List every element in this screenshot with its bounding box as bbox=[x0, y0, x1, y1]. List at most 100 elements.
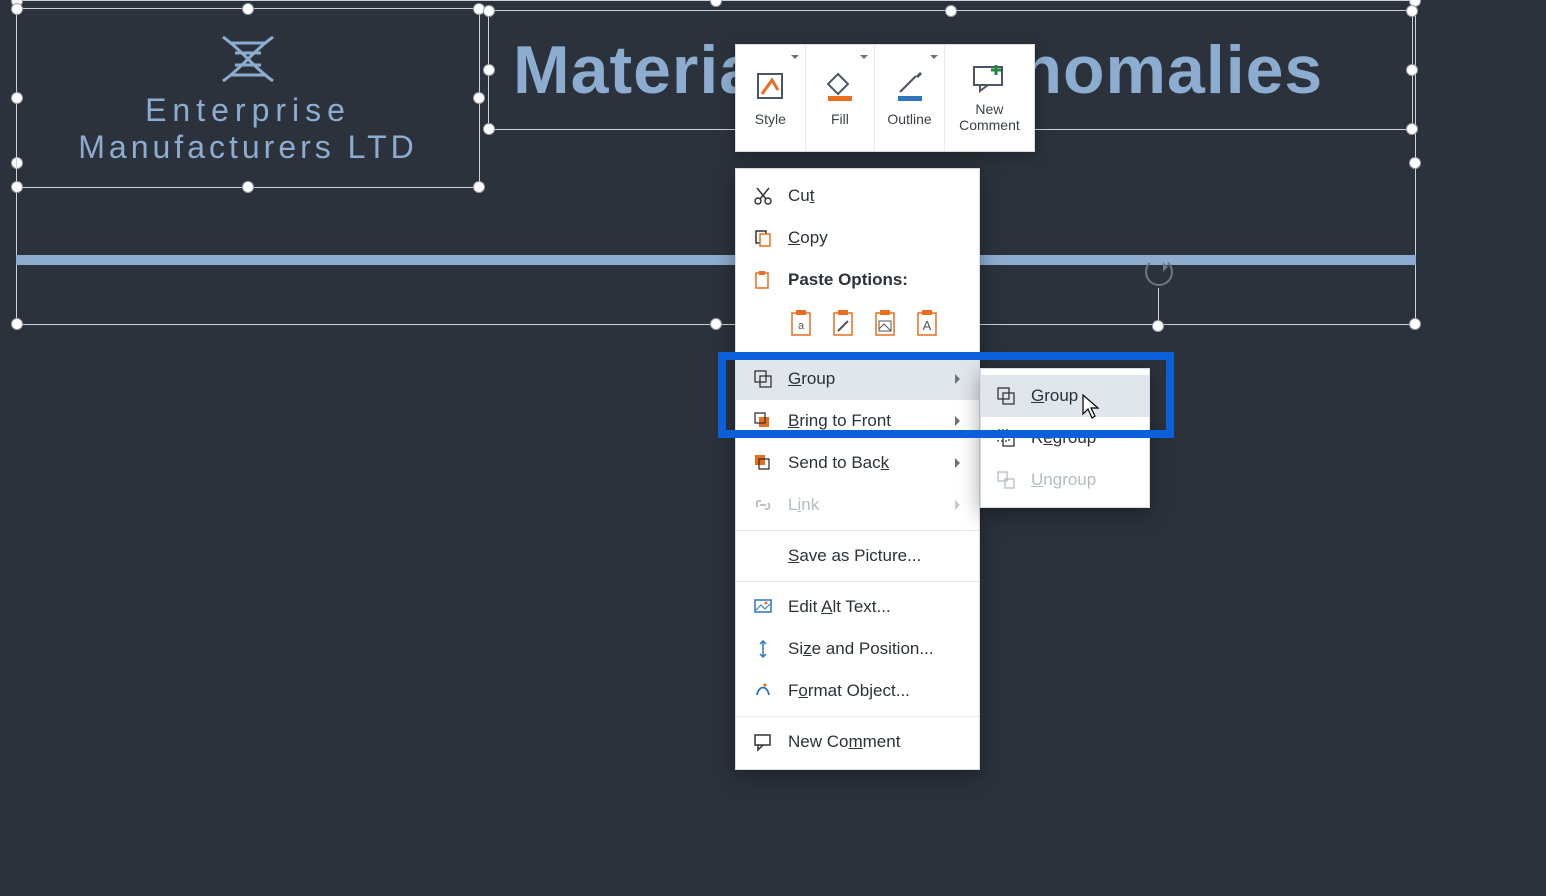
paste-option-picture[interactable] bbox=[872, 305, 902, 339]
paste-options-row: a A bbox=[736, 301, 979, 349]
alt-text-icon bbox=[752, 596, 774, 618]
new-comment-label-2: Comment bbox=[959, 117, 1020, 133]
new-comment-icon bbox=[972, 63, 1006, 96]
new-comment-label-1: New bbox=[975, 101, 1003, 117]
resize-handle[interactable] bbox=[945, 5, 957, 17]
menu-separator bbox=[736, 581, 979, 582]
chevron-right-icon bbox=[955, 416, 965, 426]
menu-label: Regroup bbox=[1031, 428, 1096, 448]
resize-handle[interactable] bbox=[483, 5, 495, 17]
link-icon bbox=[752, 494, 774, 516]
resize-handle[interactable] bbox=[710, 318, 722, 330]
menu-label: Size and Position... bbox=[788, 639, 934, 659]
mini-toolbar: Style Fill Outline New Comment bbox=[735, 44, 1035, 152]
paste-option-keep-text-only[interactable]: A bbox=[914, 305, 944, 339]
resize-handle[interactable] bbox=[710, 0, 722, 7]
fill-label: Fill bbox=[831, 111, 849, 127]
group-submenu: Group Regroup Ungroup bbox=[980, 368, 1150, 508]
fill-icon bbox=[824, 70, 856, 105]
copy-icon bbox=[752, 227, 774, 249]
menu-label: Copy bbox=[788, 228, 828, 248]
menu-item-bring-to-front[interactable]: Bring to Front bbox=[736, 400, 979, 442]
resize-handle[interactable] bbox=[11, 318, 23, 330]
format-object-icon bbox=[752, 680, 774, 702]
resize-handle[interactable] bbox=[1406, 5, 1418, 17]
outline-label: Outline bbox=[887, 111, 931, 127]
menu-label: Bring to Front bbox=[788, 411, 891, 431]
outline-icon bbox=[894, 70, 926, 105]
paste-icon bbox=[752, 269, 774, 291]
resize-handle[interactable] bbox=[1406, 64, 1418, 76]
menu-item-size-and-position[interactable]: Size and Position... bbox=[736, 628, 979, 670]
resize-handle[interactable] bbox=[473, 92, 485, 104]
submenu-item-regroup[interactable]: Regroup bbox=[981, 417, 1149, 459]
logo-shape[interactable]: Enterprise Manufacturers LTD bbox=[16, 8, 480, 188]
menu-label: Cut bbox=[788, 186, 814, 206]
logo-text-line1: Enterprise bbox=[145, 92, 351, 129]
menu-separator bbox=[736, 530, 979, 531]
menu-item-edit-alt-text[interactable]: Edit Alt Text... bbox=[736, 586, 979, 628]
menu-item-format-object[interactable]: Format Object... bbox=[736, 670, 979, 712]
menu-item-copy[interactable]: Copy bbox=[736, 217, 979, 259]
menu-separator bbox=[736, 716, 979, 717]
menu-item-new-comment[interactable]: New Comment bbox=[736, 721, 979, 763]
style-button[interactable]: Style bbox=[736, 45, 806, 151]
resize-handle[interactable] bbox=[242, 181, 254, 193]
group-icon bbox=[752, 368, 774, 390]
menu-label: Edit Alt Text... bbox=[788, 597, 891, 617]
blank-icon bbox=[752, 545, 774, 567]
chevron-right-icon bbox=[955, 374, 965, 384]
resize-handle[interactable] bbox=[11, 181, 23, 193]
style-label: Style bbox=[755, 111, 786, 127]
chevron-down-icon bbox=[860, 55, 868, 63]
logo-text-line2: Manufacturers LTD bbox=[78, 129, 418, 166]
svg-text:A: A bbox=[923, 318, 932, 333]
submenu-item-ungroup: Ungroup bbox=[981, 459, 1149, 501]
menu-item-group[interactable]: Group bbox=[736, 358, 979, 400]
chevron-down-icon bbox=[930, 55, 938, 63]
paste-option-use-destination-theme[interactable]: a bbox=[788, 305, 818, 339]
fill-button[interactable]: Fill bbox=[806, 45, 876, 151]
menu-item-cut[interactable]: Cut bbox=[736, 175, 979, 217]
menu-item-link: Link bbox=[736, 484, 979, 526]
resize-handle[interactable] bbox=[11, 92, 23, 104]
menu-label: Paste Options: bbox=[788, 270, 908, 290]
resize-handle[interactable] bbox=[1152, 320, 1164, 332]
menu-label: Link bbox=[788, 495, 819, 515]
paste-option-keep-source-formatting[interactable] bbox=[830, 305, 860, 339]
resize-handle[interactable] bbox=[1409, 157, 1421, 169]
resize-handle[interactable] bbox=[11, 3, 23, 15]
new-comment-button[interactable]: New Comment bbox=[945, 45, 1034, 151]
ungroup-icon bbox=[995, 469, 1017, 491]
chevron-right-icon bbox=[955, 500, 965, 510]
resize-handle[interactable] bbox=[1406, 123, 1418, 135]
regroup-icon bbox=[995, 427, 1017, 449]
svg-text:a: a bbox=[798, 320, 805, 332]
divider-line-shape[interactable] bbox=[16, 255, 1416, 265]
menu-label: Send to Back bbox=[788, 453, 889, 473]
menu-label: Save as Picture... bbox=[788, 546, 921, 566]
menu-label: Group bbox=[788, 369, 835, 389]
resize-handle[interactable] bbox=[483, 64, 495, 76]
menu-item-save-as-picture[interactable]: Save as Picture... bbox=[736, 535, 979, 577]
menu-label: Format Object... bbox=[788, 681, 910, 701]
resize-handle[interactable] bbox=[1409, 318, 1421, 330]
bring-to-front-icon bbox=[752, 410, 774, 432]
rotate-handle-icon[interactable] bbox=[1145, 258, 1173, 286]
outline-button[interactable]: Outline bbox=[875, 45, 945, 151]
resize-handle[interactable] bbox=[473, 181, 485, 193]
submenu-item-group[interactable]: Group bbox=[981, 375, 1149, 417]
menu-label: Group bbox=[1031, 386, 1078, 406]
resize-handle[interactable] bbox=[483, 123, 495, 135]
menu-label: Ungroup bbox=[1031, 470, 1096, 490]
style-icon bbox=[754, 70, 786, 105]
group-icon bbox=[995, 385, 1017, 407]
resize-handle[interactable] bbox=[242, 3, 254, 15]
menu-item-send-to-back[interactable]: Send to Back bbox=[736, 442, 979, 484]
cut-icon bbox=[752, 185, 774, 207]
comment-icon bbox=[752, 731, 774, 753]
size-position-icon bbox=[752, 638, 774, 660]
menu-separator bbox=[736, 353, 979, 354]
dna-logo-icon bbox=[213, 31, 283, 92]
context-menu: Cut Copy Paste Options: a A Group Bring … bbox=[735, 168, 980, 770]
